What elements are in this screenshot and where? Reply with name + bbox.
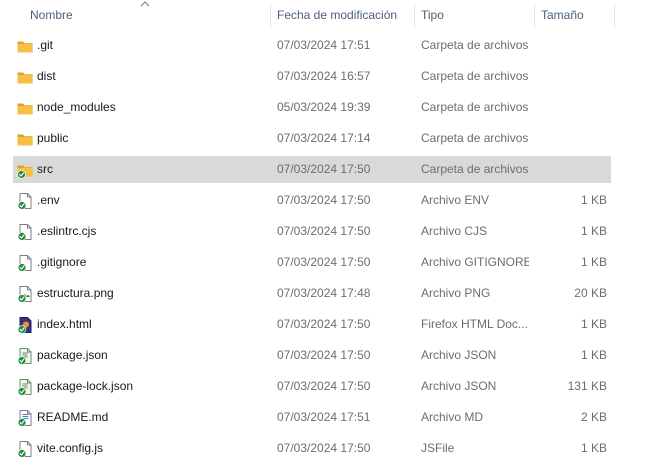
file-row[interactable]: .env 07/03/2024 17:50 Archivo ENV 1 KB (13, 187, 611, 214)
column-divider[interactable] (414, 4, 415, 28)
file-size: 1 KB (580, 348, 607, 362)
file-size: 1 KB (580, 224, 607, 238)
file-row[interactable]: .eslintrc.cjs 07/03/2024 17:50 Archivo CJS… (13, 218, 611, 245)
file-name: node_modules (37, 100, 116, 114)
file-synced-icon (16, 223, 34, 241)
file-name: vite.config.js (37, 441, 104, 455)
file-size: 2 KB (580, 410, 607, 424)
file-name: public (37, 131, 69, 145)
file-modified-date: 07/03/2024 17:14 (277, 131, 371, 145)
file-modified-date: 07/03/2024 17:50 (277, 224, 371, 238)
file-name: dist (37, 69, 56, 83)
json-synced-icon (16, 378, 34, 396)
file-type: Archivo JSON (421, 348, 497, 362)
column-header-name[interactable]: Nombre (30, 0, 73, 31)
file-modified-date: 07/03/2024 16:57 (277, 69, 371, 83)
file-size (533, 156, 607, 183)
image-synced-icon (16, 285, 34, 303)
file-name: estructura.png (37, 286, 114, 300)
html-synced-icon (16, 316, 34, 334)
file-type: Carpeta de archivos (421, 100, 529, 114)
file-row[interactable]: public 07/03/2024 17:14 Carpeta de archivo… (13, 125, 611, 152)
file-modified-date: 07/03/2024 17:50 (277, 317, 371, 331)
file-modified-date: 07/03/2024 17:48 (277, 286, 371, 300)
file-row[interactable]: README.md 07/03/2024 17:51 Archivo MD 2 KB (13, 404, 611, 431)
file-name: .git (37, 38, 54, 52)
file-size (533, 94, 607, 121)
column-header-bar: Nombre Fecha de modificación Tipo Tamaño (0, 0, 666, 31)
column-header-size[interactable]: Tamaño (541, 0, 584, 31)
file-type: Carpeta de archivos (421, 69, 529, 83)
file-modified-date: 07/03/2024 17:51 (277, 38, 371, 52)
file-name: src (37, 162, 53, 176)
folder-icon (16, 68, 34, 86)
file-name: index.html (37, 317, 92, 331)
file-modified-date: 07/03/2024 17:50 (277, 162, 371, 176)
file-size (533, 63, 607, 90)
file-type: Archivo PNG (421, 286, 491, 300)
file-modified-date: 07/03/2024 17:51 (277, 410, 371, 424)
file-type: Carpeta de archivos (421, 162, 529, 176)
column-divider[interactable] (270, 4, 271, 28)
file-row[interactable]: .git 07/03/2024 17:51 Carpeta de archivos (13, 32, 611, 59)
file-size: 1 KB (580, 255, 607, 269)
file-modified-date: 07/03/2024 17:50 (277, 255, 371, 269)
file-size: 20 KB (574, 286, 607, 300)
file-modified-date: 07/03/2024 17:50 (277, 348, 371, 362)
file-synced-icon (16, 254, 34, 272)
column-header-date[interactable]: Fecha de modificación (277, 0, 397, 31)
file-name: .env (37, 193, 60, 207)
file-name: package-lock.json (37, 379, 134, 393)
file-modified-date: 07/03/2024 17:50 (277, 441, 371, 455)
file-row[interactable]: package.json 07/03/2024 17:50 Archivo JSON… (13, 342, 611, 369)
folder-synced-icon (16, 161, 34, 179)
file-type: Archivo MD (421, 410, 484, 424)
folder-icon (16, 99, 34, 117)
file-size: 1 KB (580, 441, 607, 455)
file-name: package.json (37, 348, 108, 362)
folder-icon (16, 130, 34, 148)
file-modified-date: 07/03/2024 17:50 (277, 379, 371, 393)
file-modified-date: 05/03/2024 19:39 (277, 100, 371, 114)
file-row[interactable]: vite.config.js 07/03/2024 17:50 JSFile 1 KB (13, 435, 611, 462)
file-size: 1 KB (580, 193, 607, 207)
file-row[interactable]: estructura.png 07/03/2024 17:48 Archivo PN… (13, 280, 611, 307)
file-name: .eslintrc.cjs (37, 224, 97, 238)
file-type: Archivo JSON (421, 379, 497, 393)
json-synced-icon (16, 347, 34, 365)
file-row[interactable]: package-lock.json 07/03/2024 17:50 Archivo… (13, 373, 611, 400)
file-type: JSFile (421, 441, 455, 455)
file-row[interactable]: dist 07/03/2024 16:57 Carpeta de archivos (13, 63, 611, 90)
sort-ascending-icon[interactable] (140, 1, 150, 7)
file-size: 131 KB (567, 379, 607, 393)
file-type: Firefox HTML Doc... (421, 317, 528, 331)
file-row[interactable]: node_modules 05/03/2024 19:39 Carpeta de a… (13, 94, 611, 121)
file-modified-date: 07/03/2024 17:50 (277, 193, 371, 207)
file-size: 1 KB (580, 317, 607, 331)
text-synced-icon (16, 409, 34, 427)
file-name: README.md (37, 410, 109, 424)
file-size (533, 32, 607, 59)
file-type: Carpeta de archivos (421, 131, 529, 145)
file-row[interactable]: .gitignore 07/03/2024 17:50 Archivo GITIGN… (13, 249, 611, 276)
file-type: Carpeta de archivos (421, 38, 529, 52)
file-synced-icon (16, 440, 34, 458)
column-divider[interactable] (614, 4, 615, 28)
file-name: .gitignore (37, 255, 87, 269)
column-header-type[interactable]: Tipo (421, 0, 444, 31)
file-row[interactable]: index.html 07/03/2024 17:50 Firefox HTML D… (13, 311, 611, 338)
file-type: Archivo CJS (421, 224, 488, 238)
folder-icon (16, 37, 34, 55)
file-type: Archivo GITIGNORE (421, 255, 529, 269)
column-divider[interactable] (534, 4, 535, 28)
file-row[interactable]: src 07/03/2024 17:50 Carpeta de archivos (13, 156, 611, 183)
file-size (533, 125, 607, 152)
file-synced-icon (16, 192, 34, 210)
file-type: Archivo ENV (421, 193, 490, 207)
